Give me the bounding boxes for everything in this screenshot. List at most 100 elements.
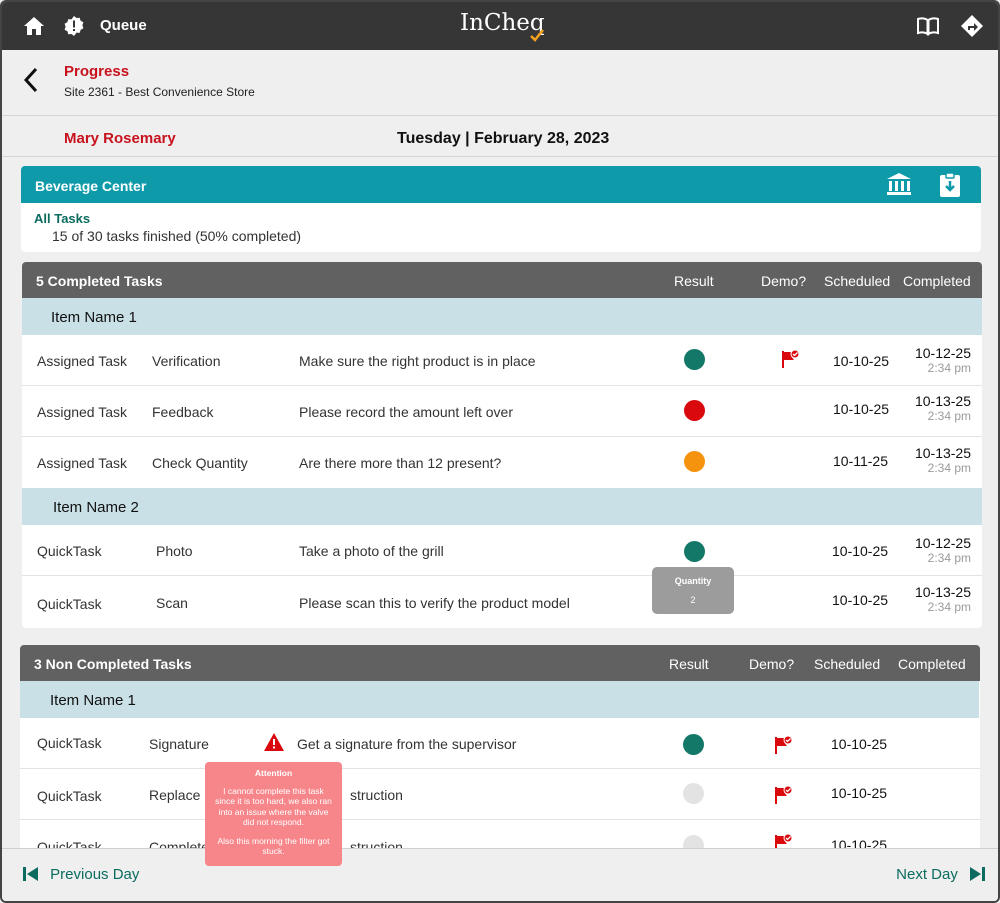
task-name: Verification [152, 353, 221, 369]
completed-time: 2:34 pm [927, 409, 971, 423]
scheduled-date: 10-10-25 [832, 592, 889, 608]
task-name: Photo [156, 543, 193, 559]
task-name: Feedback [152, 404, 214, 420]
attention-tooltip: Attention I cannot complete this task si… [205, 762, 342, 866]
scheduled-date: 10-10-25 [833, 353, 890, 369]
task-description: Get a signature from the supervisor [297, 736, 517, 752]
tasks-summary: 15 of 30 tasks finished (50% completed) [52, 228, 302, 244]
column-completed: Completed [903, 273, 971, 289]
task-description: Are there more than 12 present? [299, 455, 502, 471]
beverage-center-title: Beverage Center [35, 178, 147, 194]
completed-date: 10-13-25 [914, 445, 971, 461]
quantity-popup: Quantity 2 [652, 567, 734, 614]
table-row[interactable]: Assigned Task Feedback Please record the… [22, 386, 982, 437]
task-name: Signature [149, 736, 209, 752]
task-type: QuickTask [37, 735, 102, 751]
task-description: struction [350, 787, 403, 803]
completed-tasks-title: 5 Completed Tasks [36, 273, 163, 289]
completed-date: 10-13-25 [914, 393, 971, 409]
current-date: Tuesday | February 28, 2023 [397, 130, 610, 147]
noncompleted-tasks-section: 3 Non Completed Tasks Result Demo? Sched… [20, 645, 980, 855]
group-header: Item Name 2 [22, 488, 982, 525]
column-scheduled: Scheduled [814, 656, 881, 672]
user-date-bar: Mary Rosemary Tuesday | February 28, 202… [2, 117, 998, 157]
task-name: Check Quantity [152, 455, 248, 471]
home-icon[interactable] [22, 14, 46, 38]
user-name: Mary Rosemary [64, 130, 176, 147]
clipboard-download-icon[interactable] [937, 172, 963, 198]
result-indicator [684, 400, 705, 421]
result-indicator [683, 783, 704, 804]
next-day-label: Next Day [896, 865, 958, 883]
task-name: Scan [156, 595, 188, 611]
task-description: Please record the amount left over [299, 404, 514, 420]
completed-cell: 10-12-25 2:34 pm [891, 345, 971, 375]
beverage-center-header: Beverage Center [21, 166, 981, 203]
task-name: Replace [149, 787, 201, 803]
task-description: Make sure the right product is in place [299, 353, 536, 369]
task-type: QuickTask [37, 596, 102, 612]
completed-time: 2:34 pm [927, 551, 971, 565]
attention-body: I cannot complete this task since it is … [215, 786, 332, 827]
completed-tasks-header: 5 Completed Tasks Result Demo? Scheduled… [22, 262, 982, 298]
brand-check-icon [530, 29, 544, 42]
group-header: Item Name 1 [22, 298, 982, 335]
progress-header: Progress Site 2361 - Best Convenience St… [2, 50, 998, 116]
completed-time: 2:34 pm [927, 461, 971, 475]
warning-icon[interactable] [263, 732, 285, 752]
task-type: QuickTask [37, 543, 102, 559]
table-row[interactable]: Assigned Task Verification Make sure the… [22, 335, 982, 386]
previous-day-button[interactable]: Previous Day [22, 865, 139, 883]
task-description: Please scan this to verify the product m… [299, 595, 570, 611]
skip-previous-icon [23, 867, 38, 882]
top-bar: Queue InCheq [2, 2, 998, 50]
completed-cell: 10-13-25 2:34 pm [891, 584, 971, 614]
table-row[interactable]: QuickTask Scan Please scan this to verif… [22, 576, 982, 627]
site-name: Site 2361 - Best Convenience Store [64, 85, 255, 99]
group-name: Item Name 1 [50, 692, 136, 709]
completed-date: 10-12-25 [914, 535, 971, 551]
completed-cell: 10-13-25 2:34 pm [891, 393, 971, 423]
queue-link[interactable]: Queue [100, 17, 147, 34]
table-row[interactable]: QuickTask Photo Take a photo of the gril… [22, 525, 982, 576]
directions-icon[interactable] [960, 14, 984, 38]
noncompleted-tasks-header: 3 Non Completed Tasks Result Demo? Sched… [20, 645, 980, 681]
completed-cell: 10-12-25 2:34 pm [891, 535, 971, 565]
task-description: Take a photo of the grill [299, 543, 444, 559]
completed-time: 2:34 pm [927, 600, 971, 614]
demo-flag-icon [775, 785, 793, 804]
scheduled-date: 10-10-25 [832, 543, 889, 559]
column-result: Result [674, 273, 714, 289]
demo-flag-icon [775, 735, 793, 754]
task-type: QuickTask [37, 788, 102, 804]
completed-tasks-section: 5 Completed Tasks Result Demo? Scheduled… [22, 262, 982, 628]
back-chevron-icon[interactable] [20, 66, 42, 94]
result-indicator [684, 541, 705, 562]
task-type: Assigned Task [37, 404, 128, 420]
result-indicator [684, 349, 705, 370]
completed-time: 2:34 pm [927, 361, 971, 375]
column-demo: Demo? [749, 656, 795, 672]
table-row[interactable]: QuickTask Signature Get a signature from… [20, 718, 980, 769]
quantity-label: Quantity [674, 576, 712, 586]
column-result: Result [669, 656, 709, 672]
group-name: Item Name 2 [53, 499, 139, 516]
group-name: Item Name 1 [51, 309, 137, 326]
scheduled-date: 10-11-25 [833, 453, 889, 469]
table-row[interactable]: Assigned Task Check Quantity Are there m… [22, 437, 982, 488]
scheduled-date: 10-10-25 [831, 736, 888, 752]
skip-next-icon [970, 867, 985, 882]
column-demo: Demo? [761, 273, 807, 289]
completed-date: 10-12-25 [914, 345, 971, 361]
book-icon[interactable] [916, 14, 940, 38]
all-tasks-link[interactable]: All Tasks [34, 211, 90, 226]
completed-cell: 10-13-25 2:34 pm [891, 445, 971, 475]
completed-date: 10-13-25 [914, 584, 971, 600]
attention-title: Attention [254, 768, 293, 778]
table-row[interactable]: QuickTask Replace struction 10-10-25 [20, 769, 980, 820]
next-day-button[interactable]: Next Day [896, 865, 986, 883]
bank-icon[interactable] [886, 172, 912, 196]
badge-alert-icon[interactable] [62, 14, 86, 38]
group-header: Item Name 1 [20, 681, 979, 718]
quantity-value: 2 [690, 595, 696, 605]
